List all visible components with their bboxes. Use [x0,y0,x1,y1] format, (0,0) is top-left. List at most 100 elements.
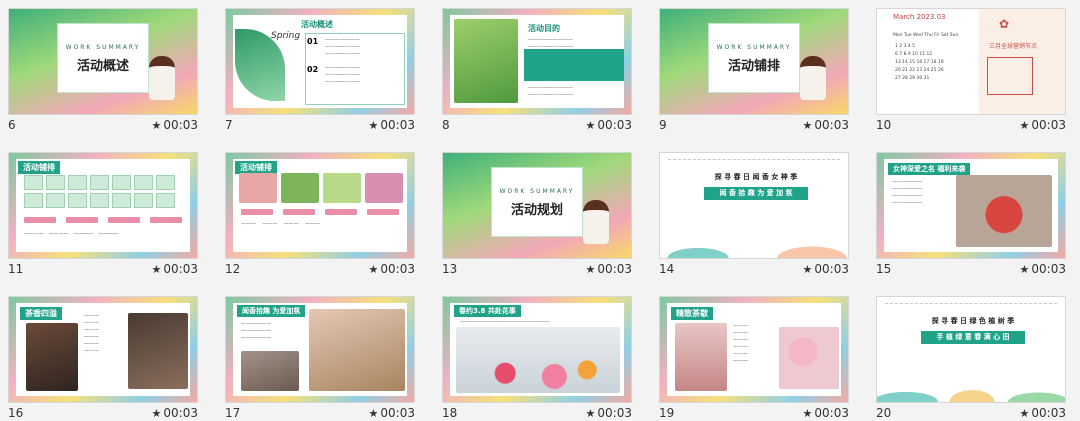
slide-title: 茶香四溢 [20,307,62,320]
slide-duration: 00:03 [1031,118,1066,132]
slide-preview[interactable]: WORK SUMMARY 活动规划 [442,152,632,259]
slide-preview[interactable]: 活动目的 ————————— ————————— ————————— ———————… [442,8,632,115]
star-icon: ★ [585,263,596,276]
photo-placeholder [779,327,839,389]
slide-preview[interactable]: 活动铺排 ———— ———— ———— ———— [8,152,198,259]
slide-banner-title: 探 寻 春 日 绿 色 植 树 季 [931,317,1015,325]
star-icon: ★ [1019,263,1030,276]
star-icon: ★ [585,407,596,420]
slide-number: 10 [876,118,892,132]
slide-thumb-7[interactable]: Spring 活动概述 01 02 ——————— ——————— ——————— … [225,8,415,148]
slide-preview[interactable]: 探 寻 春 日 绿 色 植 树 季 手 植 绿 意 春 满 心 田 [876,296,1066,403]
flower-illustration [660,208,848,258]
slide-title: 活动概述 [301,20,333,29]
slide-duration: 00:03 [814,118,849,132]
photo-placeholder [675,323,727,391]
star-icon: ★ [151,407,162,420]
slide-preview[interactable]: WORK SUMMARY 活动概述 [8,8,198,115]
slide-sorter-grid: WORK SUMMARY 活动概述 6 ★ 00:03 Spring 活动概述 01 … [0,0,1080,421]
slide-subtitle: WORK SUMMARY [499,188,575,195]
star-icon: ★ [802,119,813,132]
calendar-grid: 1 2 3 4 56 7 8 9 10 11 12 13 14 15 16 17 … [895,44,944,81]
star-icon: ★ [151,119,162,132]
slide-thumb-9[interactable]: WORK SUMMARY 活动铺排 9 ★ 00:03 [659,8,849,148]
slide-preview[interactable]: 春约3.8 共赴花事 —————————————————— [442,296,632,403]
star-icon: ★ [802,263,813,276]
slide-number: 13 [442,262,458,276]
slide-preview[interactable]: 茶香四溢 ——— ——— ——— ——— ——— ——— [8,296,198,403]
photo-placeholder [26,323,78,391]
slide-preview[interactable]: 探 寻 春 日 闻 香 女 神 季 闻 香 拾 趣 为 爱 加 氛 [659,152,849,259]
slide-thumb-11[interactable]: 活动铺排 ———— ———— ———— ———— 11 ★ 00:03 [8,152,198,292]
slide-number: 18 [442,406,458,420]
slide-duration: 00:03 [597,262,632,276]
slide-number: 15 [876,262,892,276]
slide-title: 活动概述 [76,59,129,74]
slide-duration: 00:03 [380,406,415,420]
slide-number: 19 [659,406,675,420]
photo-placeholder [309,309,405,391]
slide-number: 11 [8,262,24,276]
slide-thumb-18[interactable]: 春约3.8 共赴花事 —————————————————— 18 ★ 00:03 [442,296,632,421]
slide-duration: 00:03 [814,262,849,276]
slide-preview[interactable]: March 2023.03 Mon Tue Wed Thu Fri Sat Su… [876,8,1066,115]
slide-thumb-20[interactable]: 探 寻 春 日 绿 色 植 树 季 手 植 绿 意 春 满 心 田 20 ★ 00:… [876,296,1066,421]
calendar-weekdays: Mon Tue Wed Thu Fri Sat Sun [893,33,959,38]
slide-duration: 00:03 [380,262,415,276]
slide-thumb-6[interactable]: WORK SUMMARY 活动概述 6 ★ 00:03 [8,8,198,148]
slide-thumb-14[interactable]: 探 寻 春 日 闻 香 女 神 季 闻 香 拾 趣 为 爱 加 氛 14 ★ 00:… [659,152,849,292]
slide-preview[interactable]: 闻香拾趣 为爱加氛 —————— —————— —————— [225,296,415,403]
slide-banner-subtitle: 手 植 绿 意 春 满 心 田 [921,331,1025,344]
star-icon: ★ [368,407,379,420]
slide-thumb-15[interactable]: 女神深爱之名 福利来袭 —————— —————— —————— —————— 15 ★… [876,152,1066,292]
girl-illustration [583,200,609,244]
slide-number: 12 [225,262,241,276]
slide-duration: 00:03 [163,406,198,420]
girl-illustration [149,56,175,100]
calendar-title: March 2023.03 [893,13,946,21]
star-icon: ★ [368,263,379,276]
slide-duration: 00:03 [163,118,198,132]
photo-placeholder [454,19,518,103]
photo-placeholder [956,175,1052,247]
slide-duration: 00:03 [597,118,632,132]
star-icon: ★ [1019,407,1030,420]
slide-number: 17 [225,406,241,420]
slide-thumb-12[interactable]: 活动铺排 ——— ——— ——— ——— 12 ★ 00:03 [225,152,415,292]
slide-title: 活动铺排 [727,59,780,74]
slide-banner-subtitle: 闻 香 拾 趣 为 爱 加 氛 [704,187,808,200]
slide-subtitle: WORK SUMMARY [716,44,792,51]
slide-thumb-16[interactable]: 茶香四溢 ——— ——— ——— ——— ——— ——— 16 ★ 00:03 [8,296,198,421]
slide-duration: 00:03 [1031,406,1066,420]
star-icon: ★ [585,119,596,132]
slide-title: 活动铺排 [18,161,60,174]
slide-title: 活动目的 [528,24,560,33]
girl-illustration [800,56,826,100]
slide-thumb-10[interactable]: March 2023.03 Mon Tue Wed Thu Fri Sat Su… [876,8,1066,148]
photo-placeholder [241,351,299,391]
slide-thumb-19[interactable]: 精致茶歇 ——— ——— ——— ——— ——— ——— 19 ★ 00:03 [659,296,849,421]
slide-preview[interactable]: WORK SUMMARY 活动铺排 [659,8,849,115]
slide-thumb-8[interactable]: 活动目的 ————————— ————————— ————————— ———————… [442,8,632,148]
slide-thumb-13[interactable]: WORK SUMMARY 活动规划 13 ★ 00:03 [442,152,632,292]
slide-number: 20 [876,406,892,420]
slide-number: 9 [659,118,667,132]
slide-preview[interactable]: 精致茶歇 ——— ——— ——— ——— ——— ——— [659,296,849,403]
spring-script: Spring [271,31,301,41]
slide-preview[interactable]: 活动铺排 ——— ——— ——— ——— [225,152,415,259]
slide-preview[interactable]: Spring 活动概述 01 02 ——————— ——————— ——————— … [225,8,415,115]
slide-preview[interactable]: 女神深爱之名 福利来袭 —————— —————— —————— —————— [876,152,1066,259]
slide-number: 14 [659,262,675,276]
tree-illustration [877,352,1065,402]
slide-thumb-17[interactable]: 闻香拾趣 为爱加氛 —————— —————— —————— 17 ★ 00:03 [225,296,415,421]
photo-placeholder [128,313,188,389]
item-number: 02 [307,65,319,74]
star-icon: ★ [1019,119,1030,132]
slide-title: 春约3.8 共赴花事 [454,305,521,317]
star-icon: ★ [802,407,813,420]
lamp-icon: ✿ [999,17,1010,31]
slide-number: 6 [8,118,16,132]
slide-duration: 00:03 [597,406,632,420]
slide-number: 8 [442,118,450,132]
slide-title: 女神深爱之名 福利来袭 [888,163,971,175]
